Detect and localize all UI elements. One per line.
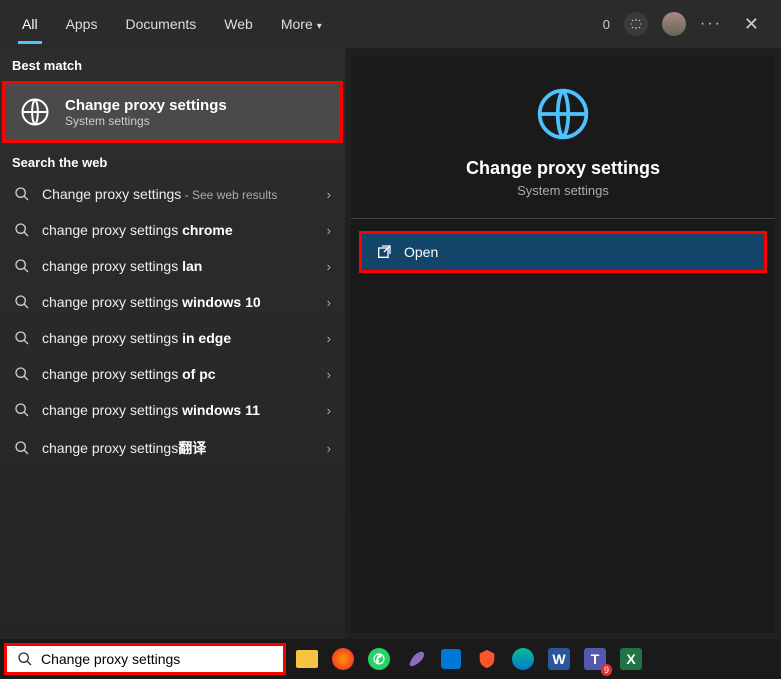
best-match-label: Best match (0, 48, 345, 79)
suggestion-text: change proxy settings windows 11 (42, 402, 331, 418)
globe-icon (19, 96, 51, 128)
chevron-right-icon: › (327, 295, 331, 310)
open-icon (376, 244, 392, 260)
tab-documents[interactable]: Documents (111, 4, 210, 44)
search-icon (14, 222, 30, 238)
excel-icon[interactable]: X (616, 644, 646, 674)
microsoft-store-icon[interactable] (436, 644, 466, 674)
web-suggestion[interactable]: change proxy settings in edge › (0, 320, 345, 356)
suggestion-text: Change proxy settings - See web results (42, 186, 331, 202)
rewards-points: 0 (603, 17, 610, 32)
taskbar: Change proxy settings ✆ W T9 X (0, 639, 781, 679)
more-options[interactable]: ··· (700, 15, 722, 33)
suggestion-text: change proxy settings windows 10 (42, 294, 331, 310)
chevron-right-icon: › (327, 331, 331, 346)
search-web-label: Search the web (0, 145, 345, 176)
user-avatar[interactable] (662, 12, 686, 36)
edge-icon[interactable] (508, 644, 538, 674)
close-button[interactable]: ✕ (736, 10, 767, 39)
detail-title: Change proxy settings (466, 158, 660, 179)
best-match-item[interactable]: Change proxy settings System settings (2, 81, 343, 143)
search-icon (14, 294, 30, 310)
word-icon[interactable]: W (544, 644, 574, 674)
whatsapp-icon[interactable]: ✆ (364, 644, 394, 674)
chevron-right-icon: › (327, 441, 331, 456)
search-icon (14, 330, 30, 346)
chevron-right-icon: › (327, 223, 331, 238)
tab-more[interactable]: More▾ (267, 4, 336, 44)
web-suggestion[interactable]: change proxy settings lan › (0, 248, 345, 284)
topbar: All Apps Documents Web More▾ 0 ··· ✕ (0, 0, 781, 48)
search-icon (14, 440, 30, 456)
detail-panel: Change proxy settings System settings Op… (351, 56, 775, 633)
detail-header: Change proxy settings System settings (351, 56, 775, 219)
chevron-right-icon: › (327, 367, 331, 382)
search-input[interactable]: Change proxy settings (4, 643, 286, 675)
search-icon (17, 651, 33, 667)
suggestion-text: change proxy settings lan (42, 258, 331, 274)
search-value: Change proxy settings (41, 651, 180, 667)
best-match-title: Change proxy settings (65, 97, 227, 114)
main: Best match Change proxy settings System … (0, 48, 781, 639)
search-icon (14, 402, 30, 418)
web-suggestion[interactable]: change proxy settings of pc › (0, 356, 345, 392)
brave-icon[interactable] (472, 644, 502, 674)
open-action[interactable]: Open (359, 231, 767, 273)
chevron-right-icon: › (327, 403, 331, 418)
firefox-icon[interactable] (328, 644, 358, 674)
best-match-sub: System settings (65, 114, 227, 128)
tab-web[interactable]: Web (210, 4, 267, 44)
web-suggestion[interactable]: change proxy settings windows 11 › (0, 392, 345, 428)
web-suggestion[interactable]: change proxy settings windows 10 › (0, 284, 345, 320)
teams-icon[interactable]: T9 (580, 644, 610, 674)
web-suggestion[interactable]: change proxy settings翻译 › (0, 428, 345, 468)
suggestion-text: change proxy settings翻译 (42, 438, 331, 458)
tab-all[interactable]: All (8, 4, 52, 44)
suggestion-text: change proxy settings of pc (42, 366, 331, 382)
search-icon (14, 186, 30, 202)
feather-icon[interactable] (400, 644, 430, 674)
chevron-right-icon: › (327, 259, 331, 274)
chevron-down-icon: ▾ (317, 21, 322, 32)
web-suggestion[interactable]: change proxy settings chrome › (0, 212, 345, 248)
teams-badge: 9 (601, 664, 612, 676)
rewards-icon[interactable] (624, 12, 648, 36)
best-match-text: Change proxy settings System settings (65, 97, 227, 128)
tab-apps[interactable]: Apps (52, 4, 112, 44)
open-label: Open (404, 244, 438, 260)
file-explorer-icon[interactable] (292, 644, 322, 674)
search-icon (14, 366, 30, 382)
search-icon (14, 258, 30, 274)
chevron-right-icon: › (327, 187, 331, 202)
results-panel: Best match Change proxy settings System … (0, 48, 345, 639)
search-tabs: All Apps Documents Web More▾ (8, 4, 336, 44)
topbar-right: 0 ··· ✕ (603, 10, 773, 39)
globe-icon (535, 86, 591, 142)
detail-sub: System settings (517, 183, 609, 198)
suggestion-text: change proxy settings in edge (42, 330, 331, 346)
suggestion-text: change proxy settings chrome (42, 222, 331, 238)
web-suggestion[interactable]: Change proxy settings - See web results … (0, 176, 345, 212)
